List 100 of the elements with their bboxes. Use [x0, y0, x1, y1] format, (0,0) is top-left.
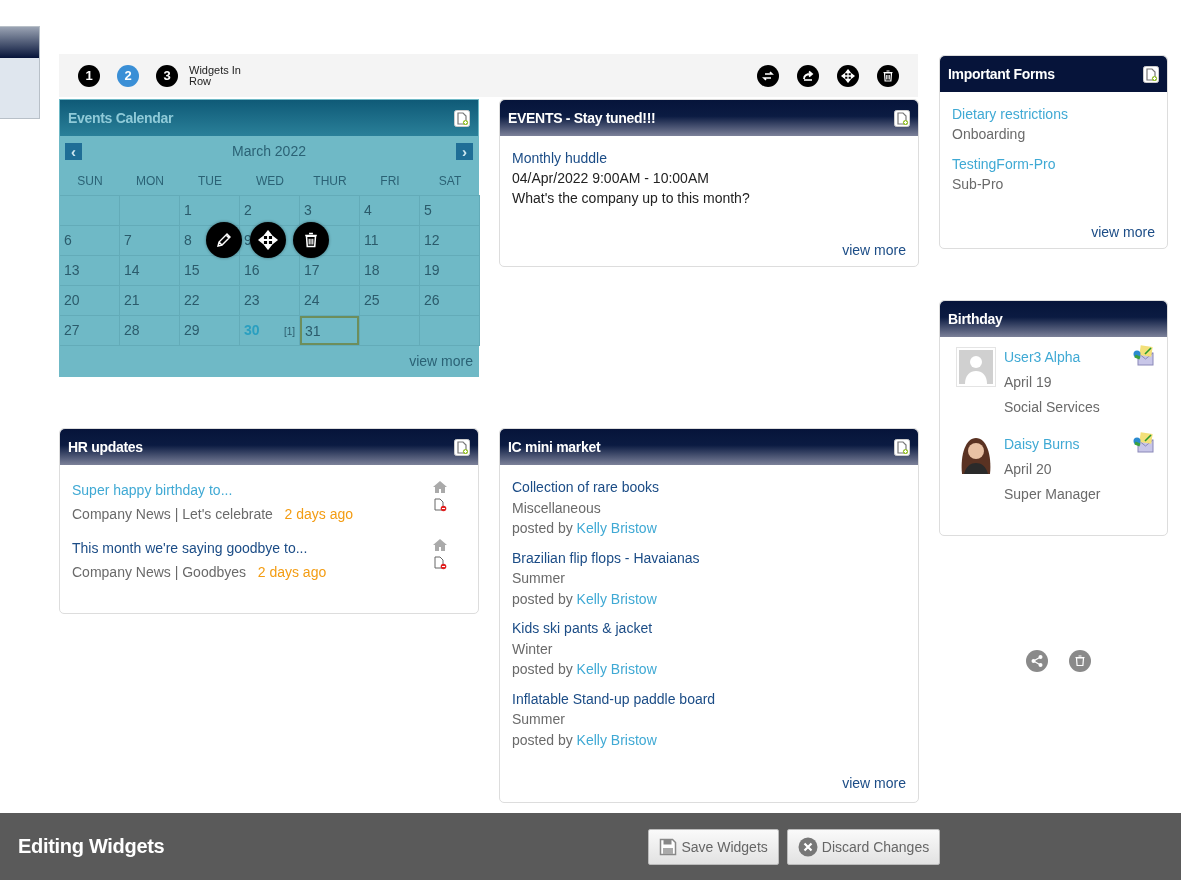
empty-day-cell — [420, 316, 480, 346]
form-category: Onboarding — [952, 125, 1027, 144]
remove-document-icon[interactable] — [433, 498, 447, 512]
widget-title: IC mini market — [508, 437, 601, 457]
listing-category: Summer — [512, 569, 566, 588]
delete-icon[interactable] — [293, 222, 329, 258]
add-document-icon[interactable] — [1143, 65, 1159, 83]
empty-day-cell — [360, 316, 420, 346]
weekday-label: MON — [120, 166, 180, 196]
posted-by-label: posted by — [512, 520, 573, 536]
calendar-day[interactable]: 21 — [124, 292, 140, 309]
calendar-day[interactable]: 5 — [424, 202, 432, 219]
edit-icon[interactable] — [206, 222, 242, 258]
delete-icon[interactable] — [877, 64, 899, 87]
calendar-day[interactable]: 18 — [364, 262, 380, 279]
row-count-option[interactable]: 1 — [78, 64, 100, 87]
calendar-day[interactable]: 6 — [64, 232, 72, 249]
calendar-day[interactable]: 3 — [304, 202, 312, 219]
discard-button[interactable]: Discard Changes — [786, 828, 941, 865]
calendar-day[interactable]: 8 — [184, 232, 192, 249]
author-link[interactable]: Kelly Bristow — [576, 590, 657, 607]
calendar-day[interactable]: 19 — [424, 262, 440, 279]
view-more-link[interactable]: view more — [842, 773, 906, 794]
author-link[interactable]: Kelly Bristow — [576, 661, 657, 677]
weekday-label: SAT — [420, 166, 480, 196]
redo-icon[interactable] — [797, 64, 819, 87]
swap-icon[interactable] — [757, 64, 779, 87]
posted-by-label: posted by — [512, 731, 573, 748]
event-time: 04/Apr/2022 9:00AM - 10:00AM — [512, 169, 710, 188]
news-category: Company News | Goodbyes — [72, 564, 247, 580]
add-document-icon[interactable] — [894, 109, 910, 127]
add-document-icon[interactable] — [894, 438, 910, 456]
remove-document-icon[interactable] — [433, 556, 447, 570]
event-count: [1] — [283, 325, 296, 339]
birthday-date: April 19 — [1004, 373, 1053, 392]
calendar-day[interactable]: 25 — [364, 292, 380, 309]
listing-title[interactable]: Kids ski pants & jacket — [512, 618, 906, 639]
calendar-day[interactable]: 13 — [64, 262, 80, 279]
event-description: What's the company up to this month? — [512, 189, 751, 208]
calendar-day[interactable]: 4 — [364, 202, 372, 219]
next-button[interactable]: › — [456, 142, 473, 160]
widget-title: HR updates — [68, 439, 143, 455]
news-time: 2 days ago — [257, 564, 327, 580]
calendar-day[interactable]: 7 — [124, 232, 132, 249]
birthday-date: April 20 — [1004, 460, 1053, 479]
move-icon[interactable] — [250, 222, 286, 258]
calendar-day[interactable]: 29 — [184, 322, 200, 339]
form-link[interactable]: TestingForm-Pro — [952, 154, 1155, 174]
calendar-day[interactable]: 26 — [424, 292, 440, 309]
row-count-option[interactable]: 2 — [117, 64, 139, 87]
weekday-label: FRI — [360, 166, 420, 196]
calendar-day[interactable]: 12 — [424, 232, 440, 249]
calendar-day[interactable]: 20 — [64, 292, 80, 309]
person-name[interactable]: Daisy Burns — [1004, 432, 1125, 457]
widget-title: Events Calendar — [68, 110, 174, 126]
event-title[interactable]: Monthly huddle — [512, 148, 906, 168]
news-category: Company News | Let's celebrate — [72, 506, 273, 522]
listing-category: Winter — [512, 639, 554, 659]
calendar-day[interactable]: 23 — [244, 292, 260, 309]
calendar-day[interactable]: 27 — [64, 322, 80, 339]
calendar-day[interactable]: 28 — [124, 322, 140, 339]
listing-category: Summer — [512, 710, 566, 729]
person-name[interactable]: User3 Alpha — [1004, 345, 1125, 370]
view-more-link[interactable]: view more — [1091, 224, 1155, 240]
greeting-card-icon[interactable] — [1133, 345, 1155, 367]
news-title[interactable]: This month we're saying goodbye to... — [72, 538, 327, 558]
calendar-day[interactable]: 11 — [364, 232, 379, 249]
calendar-day[interactable]: 14 — [124, 262, 140, 279]
save-button[interactable]: Save Widgets — [648, 828, 779, 865]
form-category: Sub-Pro — [952, 175, 1005, 194]
widget-title: Important Forms — [948, 66, 1055, 82]
news-time: 2 days ago — [284, 506, 354, 522]
author-link[interactable]: Kelly Bristow — [576, 731, 657, 748]
view-more-link[interactable]: view more — [409, 353, 473, 369]
calendar-day[interactable]: 31 — [300, 316, 359, 345]
move-icon[interactable] — [837, 64, 859, 87]
share-icon[interactable] — [1026, 650, 1048, 672]
listing-title[interactable]: Inflatable Stand-up paddle board — [512, 688, 906, 709]
news-title[interactable]: Super happy birthday to... — [72, 480, 354, 500]
add-document-icon[interactable] — [454, 438, 470, 456]
weekday-label: THUR — [300, 166, 360, 196]
form-link[interactable]: Dietary restrictions — [952, 104, 1155, 124]
greeting-card-icon[interactable] — [1133, 432, 1155, 454]
calendar-day[interactable]: 16 — [244, 262, 260, 279]
author-link[interactable]: Kelly Bristow — [576, 520, 657, 536]
calendar-day[interactable]: 2 — [244, 202, 252, 219]
listing-title[interactable]: Brazilian flip flops - Havaianas — [512, 547, 906, 568]
previous-button[interactable]: ‹ — [65, 142, 82, 160]
calendar-day[interactable]: 1 — [184, 202, 192, 219]
empty-day-cell — [60, 196, 120, 226]
calendar-day[interactable]: 24 — [304, 292, 320, 309]
view-more-link[interactable]: view more — [842, 242, 906, 258]
add-document-icon[interactable] — [454, 109, 470, 127]
calendar-day[interactable]: 22 — [184, 292, 200, 309]
listing-title[interactable]: Collection of rare books — [512, 477, 906, 498]
row-count-option[interactable]: 3 — [156, 64, 178, 87]
person-department: Social Services — [1004, 398, 1101, 417]
weekday-label: TUE — [180, 166, 240, 196]
calendar-day[interactable]: 17 — [304, 262, 320, 279]
calendar-day[interactable]: 15 — [184, 262, 200, 279]
